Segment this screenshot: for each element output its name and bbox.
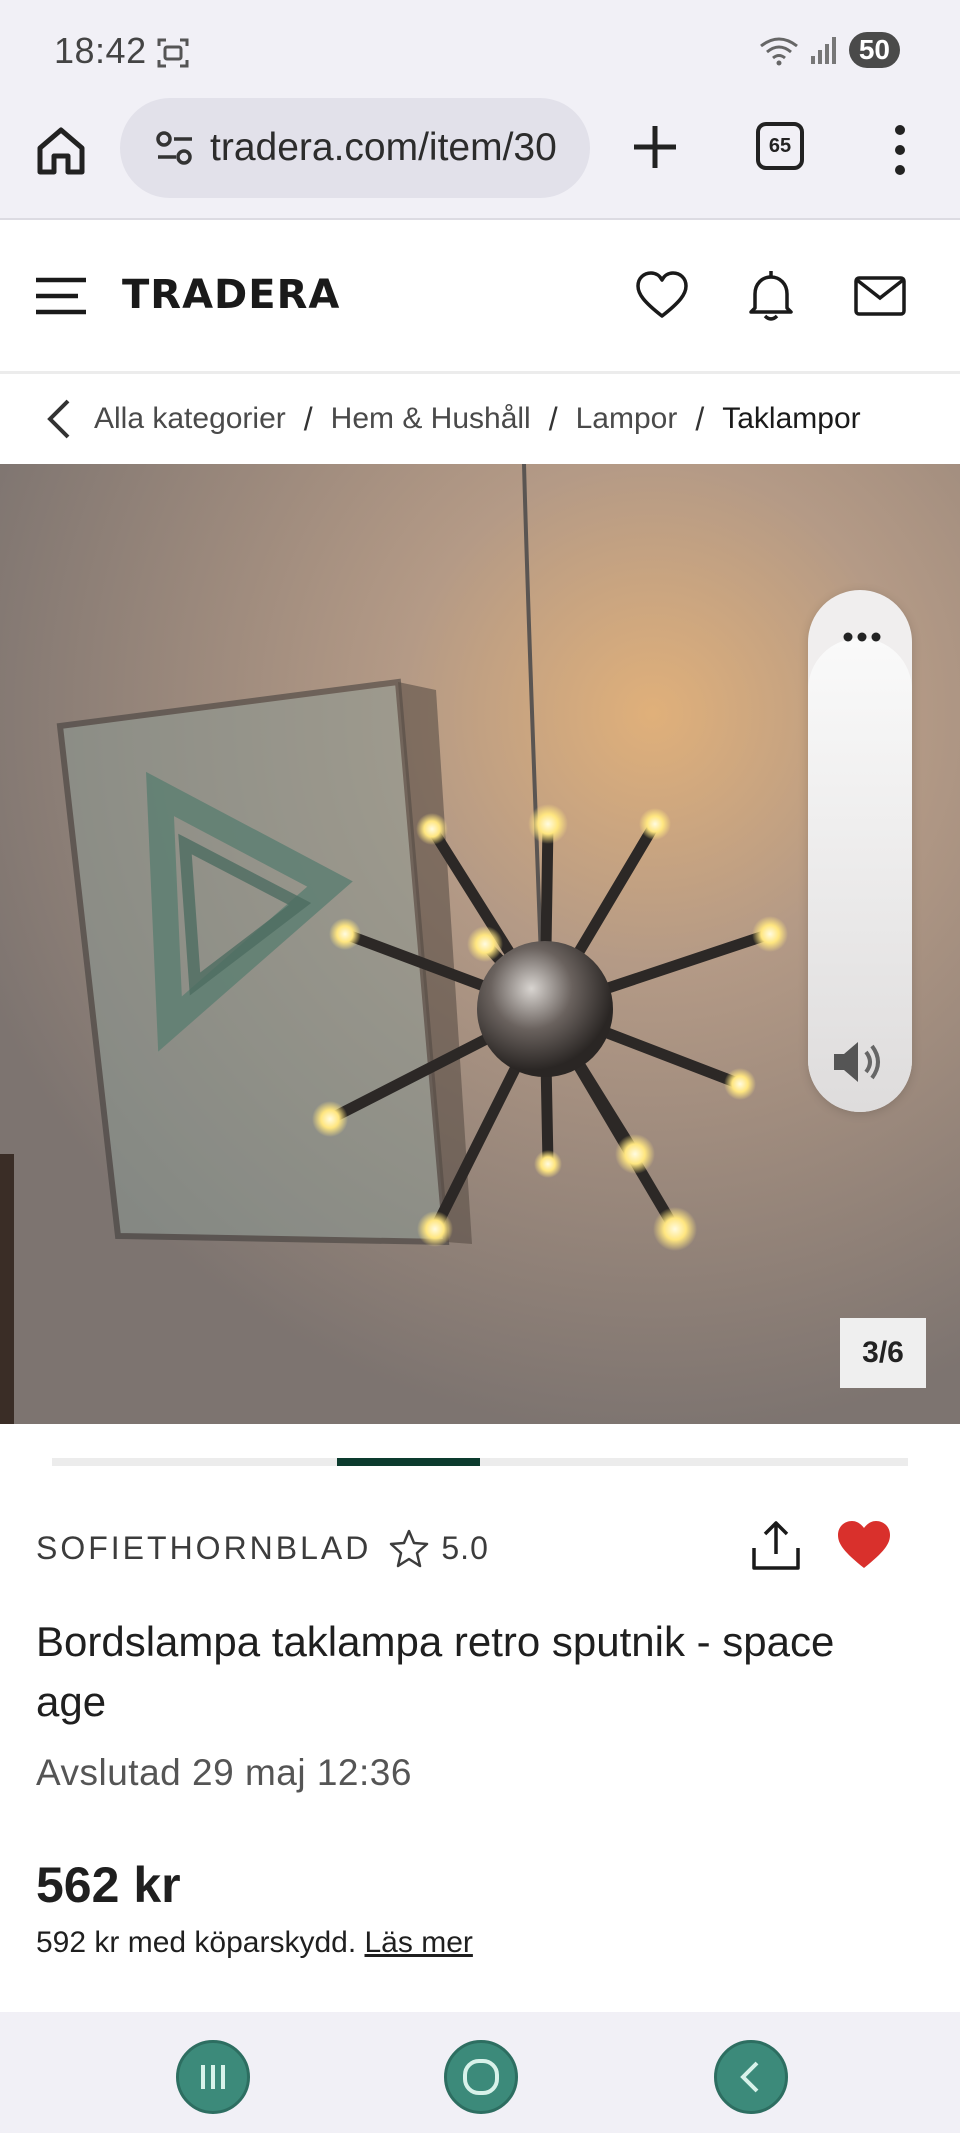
recents-icon [201,2065,225,2089]
new-tab-plus-icon[interactable] [626,118,684,176]
star-icon [390,1529,429,1568]
back-nav-button[interactable] [714,2040,788,2114]
menu-icon[interactable] [34,276,88,316]
signal-icon [810,37,836,64]
breadcrumb: Alla kategorier / Hem & Hushåll / Lampor… [0,374,960,464]
mail-icon[interactable] [852,268,908,324]
listing-title: Bordslampa taklampa retro sputnik - spac… [36,1618,835,1725]
chevron-left-icon[interactable] [40,397,80,441]
breadcrumb-separator: / [548,400,558,437]
site-header: TRADERA [0,220,960,374]
breadcrumb-separator: / [303,400,313,437]
url-text: tradera.com/item/30 [210,126,557,169]
wifi-icon [759,37,798,66]
screenshot-icon [157,38,189,68]
status-time: 18:42 [54,30,147,71]
tab-switcher-button[interactable]: 65 [756,122,804,170]
seller-name[interactable]: SOFIETHORNBLAD [36,1530,371,1567]
speaker-icon[interactable] [828,1034,892,1090]
heart-icon[interactable] [634,268,690,324]
buyer-protection-text: 592 kr med köparskydd. [36,1926,357,1959]
read-more-link[interactable]: Läs mer [365,1926,473,1959]
listing-status: Avslutad 29 maj 12:36 [36,1752,412,1793]
favorite-heart-icon[interactable] [836,1518,892,1574]
gallery-progress-indicator [337,1458,480,1466]
breadcrumb-current[interactable]: Taklampor [722,402,860,436]
recent-apps-button[interactable] [176,2040,250,2114]
seller-rating: 5.0 [441,1529,489,1566]
bell-icon[interactable] [743,268,799,324]
status-bar: 18:42 50 [0,0,960,98]
status-icons: 50 [759,32,900,68]
more-horizontal-icon[interactable] [842,630,882,644]
back-icon [740,2061,759,2093]
breadcrumb-separator: / [695,400,705,437]
volume-slider[interactable] [808,590,912,1112]
url-bar[interactable]: tradera.com/item/30 [120,98,590,198]
image-counter: 3/6 [840,1318,926,1388]
breadcrumb-item-hem-hushall[interactable]: Hem & Hushåll [331,402,531,436]
browser-toolbar: tradera.com/item/30 65 [0,98,960,220]
home-icon[interactable] [32,122,90,180]
home-circle-icon [463,2059,499,2095]
site-settings-icon[interactable] [154,127,196,169]
listing-price: 562 kr [36,1857,181,1913]
more-vertical-icon[interactable] [880,120,920,180]
battery-indicator: 50 [848,32,900,68]
breadcrumb-item-lampor[interactable]: Lampor [576,402,678,436]
system-navigation-bar [0,2012,960,2133]
buyer-protection-info: 592 kr med köparskydd. Läs mer [36,1926,473,1960]
share-icon[interactable] [748,1518,804,1574]
gallery-progress-track [52,1458,908,1466]
seller-info: SOFIETHORNBLAD 5.0 [36,1520,489,1576]
breadcrumb-item-alla-kategorier[interactable]: Alla kategorier [94,402,286,436]
tradera-logo[interactable]: TRADERA [122,272,340,318]
home-nav-button[interactable] [444,2040,518,2114]
